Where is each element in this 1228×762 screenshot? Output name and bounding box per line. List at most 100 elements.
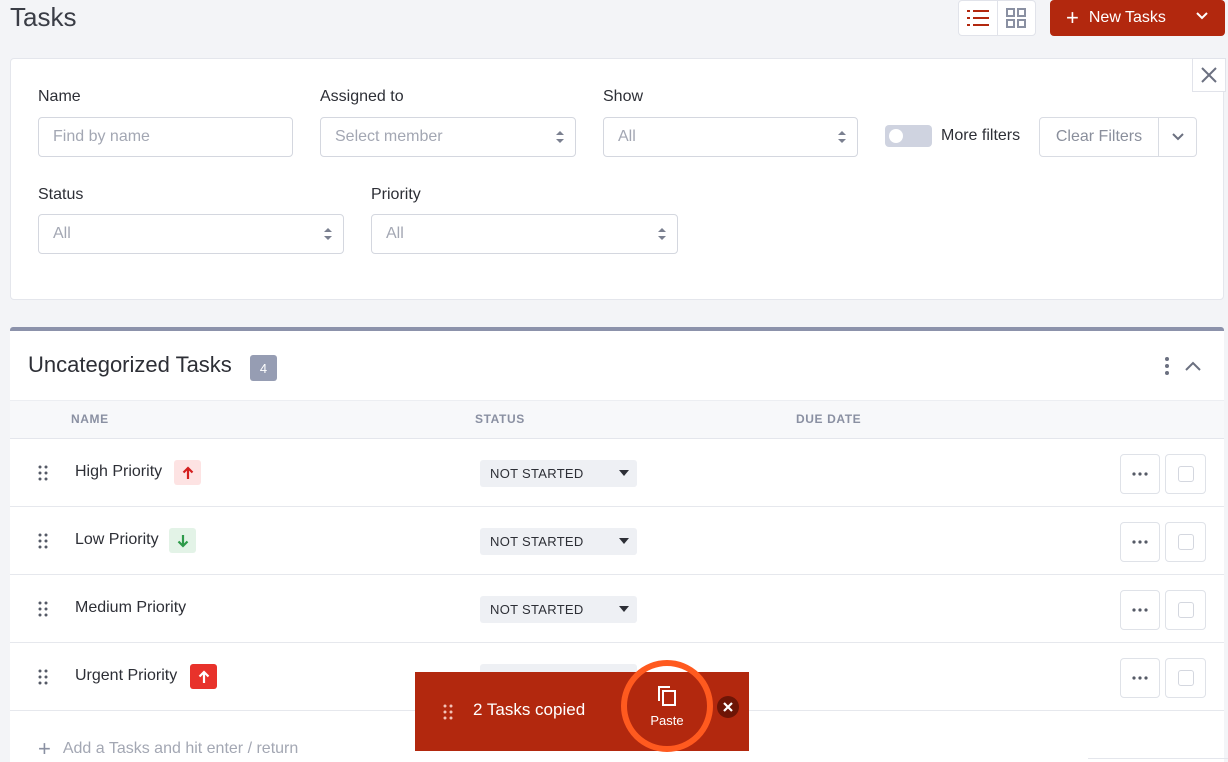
chevron-down-icon: [1171, 133, 1184, 141]
close-filters-button[interactable]: [1192, 58, 1226, 92]
priority-low-badge: [169, 528, 196, 553]
name-filter-label: Name: [38, 88, 81, 105]
assigned-filter-select[interactable]: Select member: [320, 117, 576, 157]
arrow-down-icon: [177, 534, 188, 548]
copy-toast: 2 Tasks copied Paste: [415, 660, 749, 752]
kebab-menu-icon[interactable]: [1160, 356, 1174, 376]
status-dropdown[interactable]: NOT STARTED: [480, 528, 637, 555]
status-value: NOT STARTED: [490, 534, 584, 549]
assigned-filter-label: Assigned to: [320, 88, 404, 105]
more-filters-label: More filters: [941, 127, 1021, 144]
row-more-button[interactable]: [1120, 590, 1160, 630]
copy-icon: [658, 685, 676, 706]
drag-handle-icon[interactable]: [38, 601, 48, 617]
add-task-input[interactable]: Add a Tasks and hit enter / return: [63, 740, 298, 758]
drag-handle-icon[interactable]: [38, 669, 48, 685]
updown-icon: [556, 131, 564, 143]
status-value: NOT STARTED: [490, 602, 584, 617]
row-more-button[interactable]: [1120, 454, 1160, 494]
toggle-knob: [889, 129, 903, 143]
drag-handle-icon[interactable]: [38, 465, 48, 481]
status-filter-label: Status: [38, 186, 84, 203]
priority-filter-label: Priority: [371, 186, 421, 203]
row-more-button[interactable]: [1120, 658, 1160, 698]
clear-filters-dropdown[interactable]: [1159, 118, 1196, 156]
status-value: NOT STARTED: [490, 466, 584, 481]
group-count-badge: 4: [250, 355, 277, 381]
task-row[interactable]: Low Priority NOT STARTED: [10, 507, 1224, 575]
caret-down-icon: [619, 470, 629, 476]
checkbox-box: [1177, 602, 1194, 618]
row-select-checkbox[interactable]: [1165, 454, 1206, 494]
checkbox-box: [1177, 670, 1194, 686]
clear-filters-button-group: Clear Filters: [1039, 117, 1197, 157]
ellipsis-icon: [1132, 608, 1148, 612]
status-dropdown[interactable]: NOT STARTED: [480, 460, 637, 487]
priority-filter-select[interactable]: All: [371, 214, 678, 254]
updown-icon: [658, 228, 666, 240]
checkbox-box: [1177, 466, 1194, 482]
show-filter-select[interactable]: All: [603, 117, 858, 157]
ellipsis-icon: [1132, 676, 1148, 680]
chevron-up-icon[interactable]: [1184, 358, 1202, 374]
checkbox-box: [1177, 534, 1194, 550]
priority-filter-value: All: [386, 225, 404, 242]
priority-urgent-badge: [190, 664, 217, 689]
row-select-checkbox[interactable]: [1165, 522, 1206, 562]
assigned-filter-placeholder: Select member: [335, 128, 443, 145]
group-title: Uncategorized Tasks: [28, 352, 232, 377]
name-filter-input[interactable]: Find by name: [38, 117, 293, 157]
status-filter-value: All: [53, 225, 71, 242]
page-title: Tasks: [10, 2, 77, 32]
ellipsis-icon: [1132, 472, 1148, 476]
toast-close-button[interactable]: [717, 696, 739, 718]
drag-handle-icon[interactable]: [38, 533, 48, 549]
updown-icon: [324, 228, 332, 240]
updown-icon: [838, 131, 846, 143]
view-toggle: [958, 0, 1036, 36]
caret-down-icon: [619, 538, 629, 544]
row-more-button[interactable]: [1120, 522, 1160, 562]
grid-icon: [1006, 8, 1027, 28]
list-view-button[interactable]: [959, 1, 997, 35]
clear-filters-button[interactable]: Clear Filters: [1040, 118, 1159, 156]
paste-label: Paste: [650, 712, 684, 728]
status-dropdown[interactable]: NOT STARTED: [480, 596, 637, 623]
new-tasks-label: New Tasks: [1088, 9, 1166, 26]
arrow-up-icon: [198, 669, 209, 683]
plus-icon: +: [1066, 5, 1079, 30]
paste-button[interactable]: Paste: [621, 660, 713, 752]
chevron-down-icon[interactable]: [1195, 9, 1209, 23]
more-filters-toggle[interactable]: [885, 125, 932, 147]
row-select-checkbox[interactable]: [1165, 590, 1206, 630]
new-tasks-button[interactable]: + New Tasks: [1050, 0, 1225, 36]
column-header-status[interactable]: STATUS: [475, 412, 525, 426]
grid-view-button[interactable]: [996, 1, 1036, 35]
status-filter-select[interactable]: All: [38, 214, 344, 254]
caret-down-icon: [619, 606, 629, 612]
list-icon: [966, 10, 989, 26]
divider: [1088, 758, 1228, 762]
close-icon: [723, 702, 733, 712]
name-filter-placeholder: Find by name: [53, 128, 150, 145]
task-row[interactable]: Medium Priority NOT STARTED: [10, 575, 1224, 643]
toast-message: 2 Tasks copied: [473, 700, 586, 719]
show-filter-label: Show: [603, 88, 644, 105]
task-name[interactable]: High Priority: [75, 463, 162, 481]
close-icon: [1201, 67, 1217, 83]
plus-icon: +: [38, 736, 51, 761]
task-name[interactable]: Urgent Priority: [75, 667, 177, 685]
arrow-up-icon: [182, 465, 193, 479]
ellipsis-icon: [1132, 540, 1148, 544]
column-header-name[interactable]: NAME: [71, 412, 109, 426]
add-task-row[interactable]: + Add a Tasks and hit enter / return: [38, 738, 298, 760]
priority-high-badge: [174, 460, 201, 485]
column-header-due-date[interactable]: DUE DATE: [796, 412, 861, 426]
show-filter-value: All: [618, 128, 636, 145]
task-row[interactable]: High Priority NOT STARTED: [10, 439, 1224, 507]
drag-handle-icon[interactable]: [443, 704, 453, 720]
row-select-checkbox[interactable]: [1165, 658, 1206, 698]
task-name[interactable]: Low Priority: [75, 531, 159, 549]
task-name[interactable]: Medium Priority: [75, 599, 186, 617]
table-header: [10, 400, 1224, 439]
